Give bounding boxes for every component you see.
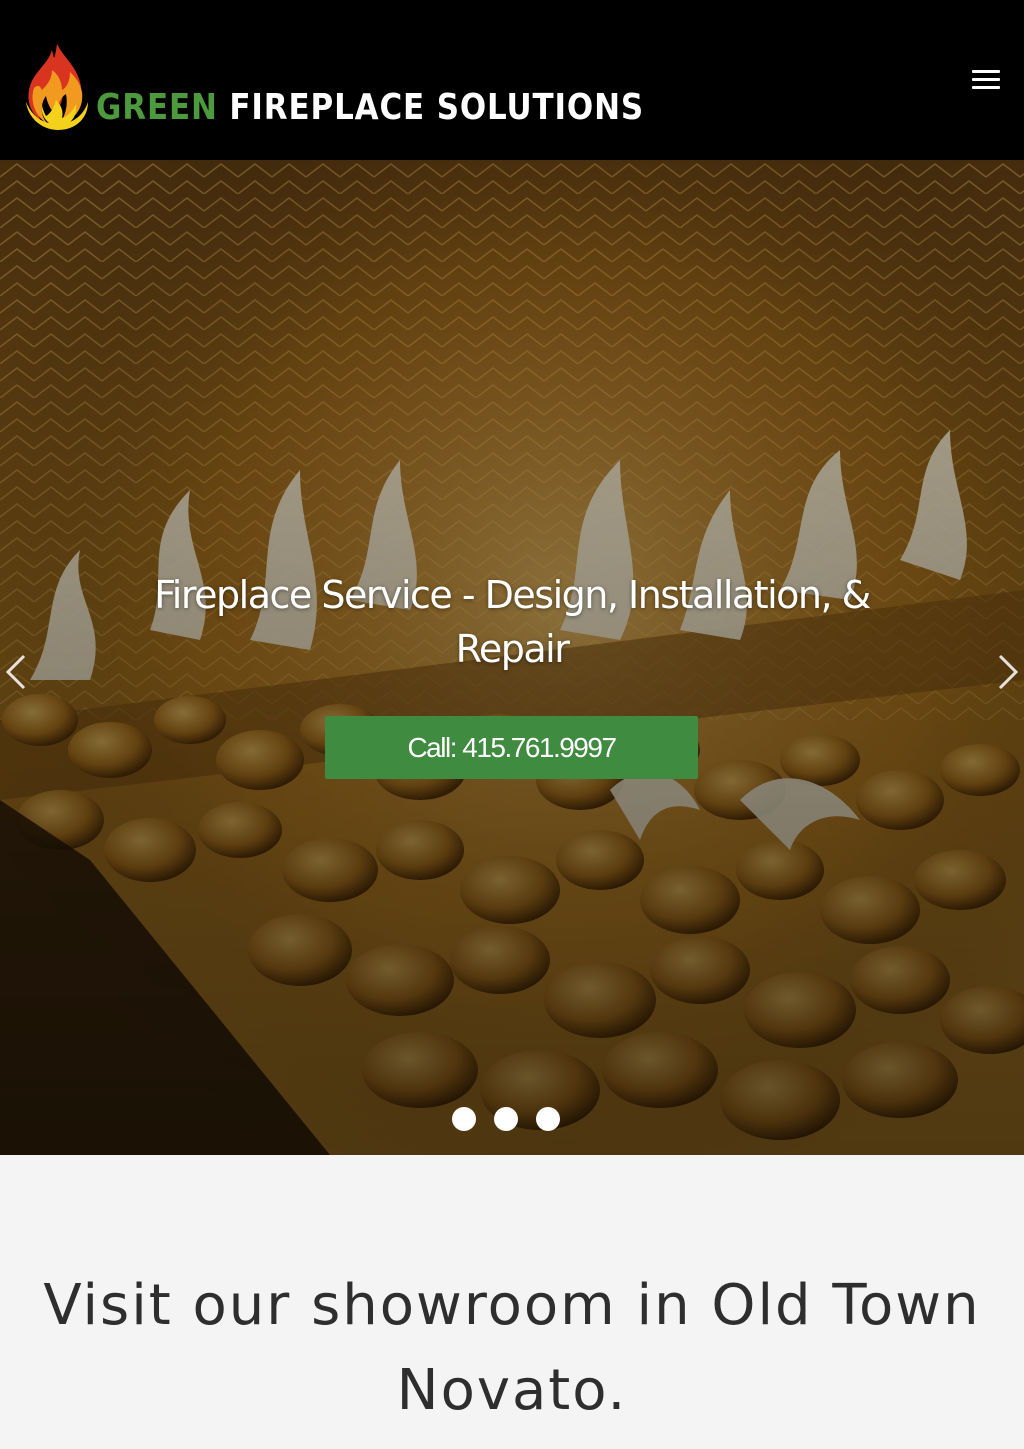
menu-bar-bottom bbox=[972, 86, 1000, 89]
chevron-right-icon[interactable] bbox=[992, 650, 1022, 694]
chevron-left-icon[interactable] bbox=[2, 650, 32, 694]
hero-slider: Fireplace Service - Design, Installation… bbox=[0, 160, 1024, 1155]
logo-word-green: GREEN bbox=[96, 87, 218, 128]
logo-wordmark: GREEN FIREPLACE SOLUTIONS bbox=[96, 90, 644, 132]
call-button[interactable]: Call: 415.761.9997 bbox=[325, 716, 698, 779]
menu-bar-top bbox=[972, 70, 1000, 73]
slide-dot-1[interactable] bbox=[452, 1107, 476, 1131]
hamburger-menu-icon[interactable] bbox=[972, 70, 1008, 102]
flame-logo-icon bbox=[26, 44, 88, 130]
slide-dot-2[interactable] bbox=[494, 1107, 518, 1131]
site-logo[interactable]: GREEN FIREPLACE SOLUTIONS bbox=[24, 36, 733, 132]
slide-dot-3[interactable] bbox=[536, 1107, 560, 1131]
site-header: GREEN FIREPLACE SOLUTIONS bbox=[0, 0, 1024, 160]
showroom-heading: Visit our showroom in Old Town Novato. bbox=[43, 1273, 981, 1423]
showroom-section: Visit our showroom in Old Town Novato. bbox=[0, 1155, 1024, 1449]
logo-word-fireplace-solutions: FIREPLACE SOLUTIONS bbox=[229, 87, 644, 128]
slider-pagination bbox=[452, 1107, 572, 1133]
hero-title: Fireplace Service - Design, Installation… bbox=[154, 573, 871, 671]
menu-bar-middle bbox=[972, 78, 1000, 81]
